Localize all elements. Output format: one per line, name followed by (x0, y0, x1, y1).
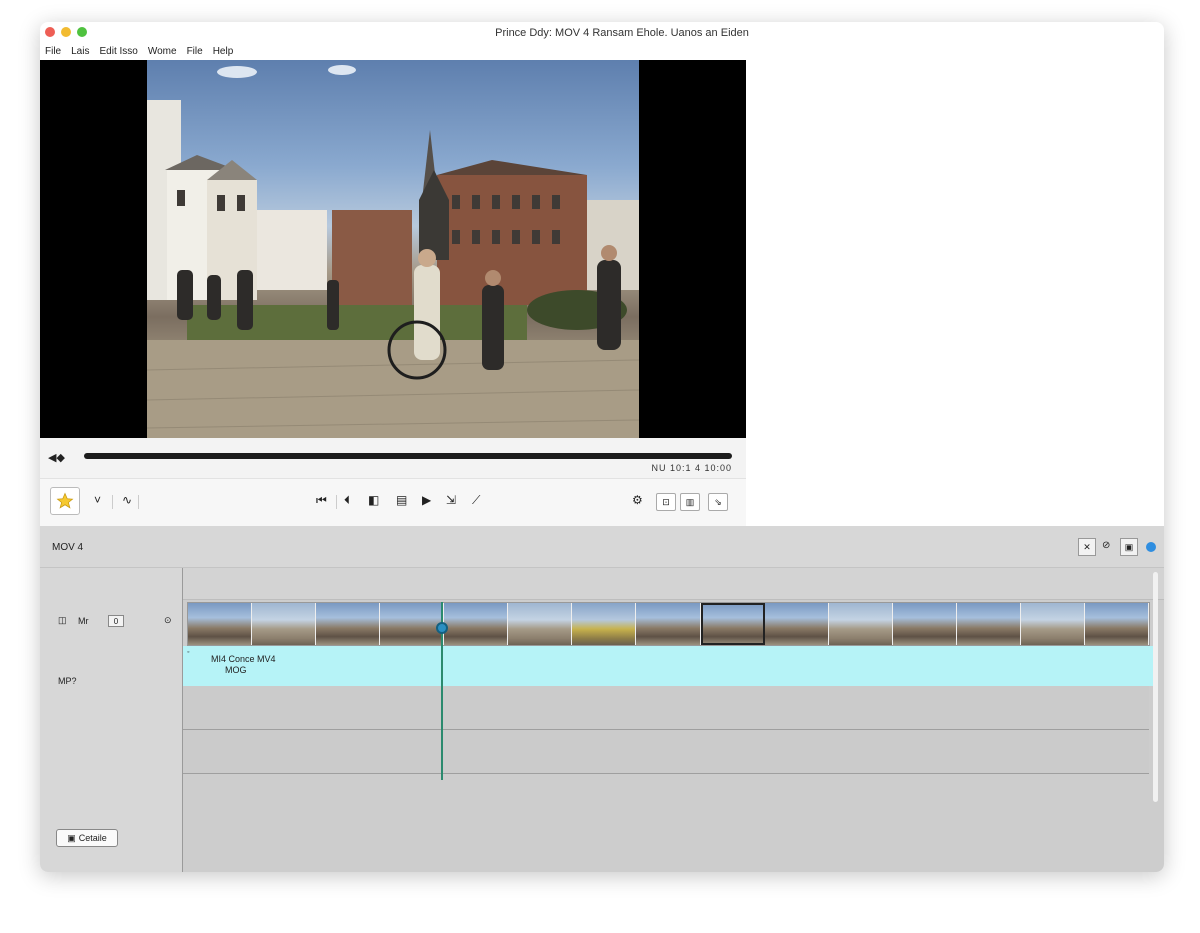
clip-frame (828, 603, 893, 645)
clip-frame (764, 603, 829, 645)
previous-frame-icon[interactable]: ⏴ (344, 493, 350, 508)
title-bar: Prince Ddy: MOV 4 Ransam Ehole. Uanos an… (40, 22, 1164, 42)
timeline-header: MOV 4 ✕ ⊘ ▣ (40, 526, 1164, 568)
clip-frame (1084, 603, 1149, 645)
clip-frame (572, 603, 637, 645)
video-clip-filmstrip[interactable] (187, 602, 1150, 646)
window-title: Prince Ddy: MOV 4 Ransam Ehole. Uanos an… (495, 27, 749, 39)
menu-wome[interactable]: Wome (148, 46, 177, 57)
select-tool-icon: ✕ (1083, 541, 1091, 552)
lock-icon[interactable]: ⊙ (164, 615, 172, 626)
favorite-button[interactable] (50, 487, 80, 515)
clip-frame (252, 603, 317, 645)
timeline-tracks[interactable]: ◦ MI4 Conce MV4 MOG (183, 568, 1164, 872)
volume-icon[interactable]: ◀◆ (48, 451, 65, 464)
details-button[interactable]: ▣ Cetaile (56, 829, 118, 847)
menu-edit[interactable]: Edit Isso (99, 46, 137, 57)
transform-icon: ▥ (685, 496, 695, 507)
details-icon: ▣ (67, 832, 76, 843)
wave-icon[interactable]: ∿ (122, 493, 132, 507)
empty-track[interactable] (183, 686, 1149, 730)
details-label: Cetaile (78, 833, 107, 843)
audio-clip-sub: MOG (225, 665, 247, 675)
clip-frame-selected (700, 603, 765, 645)
chevron-down-icon[interactable]: ˅ (94, 493, 101, 507)
crop-icon: ⊡ (662, 496, 670, 507)
playhead-handle[interactable] (436, 622, 448, 634)
clip-frame (636, 603, 701, 645)
export-button[interactable]: ⇘ (708, 493, 728, 511)
track-value: 0 (113, 616, 119, 626)
divider (112, 495, 113, 509)
menu-file-2[interactable]: File (187, 46, 203, 57)
clip-frame (380, 603, 445, 645)
video-track-label: Mr (78, 616, 89, 626)
transform-button[interactable]: ▥ (680, 493, 700, 511)
crop-button[interactable]: ⊡ (656, 493, 676, 511)
blade-icon[interactable]: ⟋ (472, 493, 480, 508)
timecode-display: NU 10:1 4 10:00 (651, 463, 732, 473)
divider (138, 495, 139, 509)
timeline-ruler[interactable] (183, 568, 1164, 600)
gear-icon[interactable]: ⚙ (632, 493, 643, 507)
audio-clip[interactable]: ◦ MI4 Conce MV4 MOG (183, 646, 1153, 686)
street-scene-image (147, 65, 639, 438)
select-tool-button[interactable]: ✕ (1078, 538, 1096, 556)
track-value-field[interactable]: 0 (108, 615, 124, 627)
clip-marker-icon: ◦ (187, 649, 190, 656)
star-icon (56, 492, 74, 509)
view-button[interactable]: ▣ (1120, 538, 1138, 556)
menu-help[interactable]: Help (213, 46, 234, 57)
export-icon: ⇘ (714, 496, 722, 507)
clip-frame (892, 603, 957, 645)
scrub-bar: ◀◆ NU 10:1 4 10:00 (40, 438, 746, 478)
clip-frame (316, 603, 381, 645)
playback-controls: ˅ ∿ ⏮ ⏴ ◧ ▤ ▶ ⇲ ⟋ ⚙ ⊡ ▥ ⇘ (40, 478, 746, 526)
video-frame (147, 60, 639, 438)
clip-frame (444, 603, 509, 645)
inspector-pane (746, 42, 1164, 526)
menu-file[interactable]: File (45, 46, 61, 57)
track-headers: ◫ Mr 0 ⊙ MP? ▣ Cetaile (40, 568, 183, 872)
audio-clip-name: MI4 Conce MV4 (211, 654, 276, 664)
empty-track[interactable] (183, 730, 1149, 774)
menu-lais[interactable]: Lais (71, 46, 89, 57)
timeline-scrollbar[interactable] (1153, 572, 1158, 802)
monitor-icon: ▣ (1124, 541, 1134, 552)
go-to-start-icon[interactable]: ⏮ (316, 493, 327, 508)
snap-icon[interactable]: ⊘ (1102, 540, 1110, 551)
play-icon[interactable]: ▶ (422, 493, 431, 507)
next-clip-icon[interactable]: ⇲ (446, 493, 456, 507)
mark-in-icon[interactable]: ◧ (368, 493, 379, 507)
app-window: Prince Ddy: MOV 4 Ransam Ehole. Uanos an… (40, 22, 1164, 872)
progress-bar[interactable] (84, 453, 732, 459)
audio-clip-label: MI4 Conce MV4 MOG (211, 654, 276, 676)
mark-out-icon[interactable]: ▤ (396, 493, 407, 507)
clip-frame (956, 603, 1021, 645)
clip-frame (188, 603, 253, 645)
clip-frame (508, 603, 573, 645)
menu-bar: File Lais Edit Isso Wome File Help (40, 42, 233, 60)
status-dot-icon[interactable] (1146, 542, 1156, 552)
divider (336, 495, 337, 509)
video-viewer[interactable] (40, 60, 746, 438)
timeline-title: MOV 4 (52, 542, 84, 553)
video-track-icon[interactable]: ◫ (58, 615, 67, 626)
audio-track-label: MP? (58, 676, 77, 686)
clip-frame (1020, 603, 1085, 645)
